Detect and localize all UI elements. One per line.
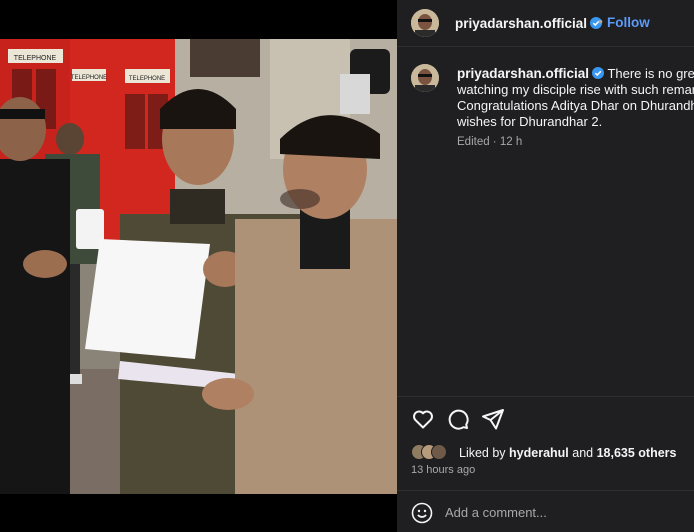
follow-button[interactable]: Follow	[607, 15, 650, 30]
post-caption: priyadarshan.official There is no greate…	[457, 66, 694, 130]
caption-line: wishes for Dhurandhar 2.	[457, 114, 603, 129]
likes-middle: and	[568, 446, 597, 460]
comment-bar	[397, 490, 694, 532]
verified-badge-icon	[592, 67, 605, 79]
caption-text: There is no greate	[607, 66, 694, 81]
caption-line: Congratulations Aditya Dhar on Dhurandh	[457, 98, 694, 113]
heart-icon	[413, 410, 433, 429]
caption-username[interactable]: priyadarshan.official	[457, 66, 589, 81]
post-timestamp[interactable]: 13 hours ago	[411, 464, 475, 476]
likes-summary[interactable]: Liked by hyderahul and 18,635 others	[411, 444, 691, 462]
liker-avatar	[431, 444, 447, 460]
caption-line: watching my disciple rise with such rema…	[457, 82, 694, 97]
author-username[interactable]: priyadarshan.official	[455, 16, 587, 31]
author-username-row: priyadarshan.official	[455, 15, 603, 33]
post-side-panel: priyadarshan.official • Follow priyadars…	[397, 0, 694, 532]
liker-username[interactable]: hyderahul	[509, 446, 569, 460]
post-actions	[397, 396, 694, 437]
likes-text: Liked by hyderahul and 18,635 others	[459, 446, 677, 460]
comment-button[interactable]	[446, 407, 470, 431]
separator-dot: •	[598, 13, 603, 29]
post-media-area: TELEPHONE TELEPHONE TELEPHONE	[0, 0, 397, 532]
phone-box-label: TELEPHONE	[14, 55, 57, 62]
avatar-image	[411, 9, 439, 37]
caption-line: priyadarshan.official There is no greate	[457, 66, 694, 82]
caption-meta: Edited · 12 h	[457, 136, 523, 148]
like-button[interactable]	[411, 407, 435, 431]
post-header: priyadarshan.official • Follow	[397, 0, 694, 47]
comment-icon	[448, 409, 469, 430]
likes-prefix: Liked by	[459, 446, 510, 460]
likes-count[interactable]: 18,635 others	[597, 446, 677, 460]
phone-box-label: TELEPHONE	[71, 75, 107, 81]
emoji-icon	[411, 502, 433, 524]
post-photo[interactable]: TELEPHONE TELEPHONE TELEPHONE	[0, 39, 397, 494]
caption-author-avatar[interactable]	[411, 64, 439, 92]
comment-input[interactable]	[445, 501, 675, 523]
phone-box-label: TELEPHONE	[129, 76, 165, 82]
send-icon	[482, 409, 504, 430]
avatar-image	[411, 64, 439, 92]
share-button[interactable]	[481, 407, 505, 431]
post-photo-illustration: TELEPHONE TELEPHONE TELEPHONE	[0, 39, 397, 494]
emoji-button[interactable]	[411, 502, 433, 524]
author-avatar[interactable]	[411, 9, 439, 37]
